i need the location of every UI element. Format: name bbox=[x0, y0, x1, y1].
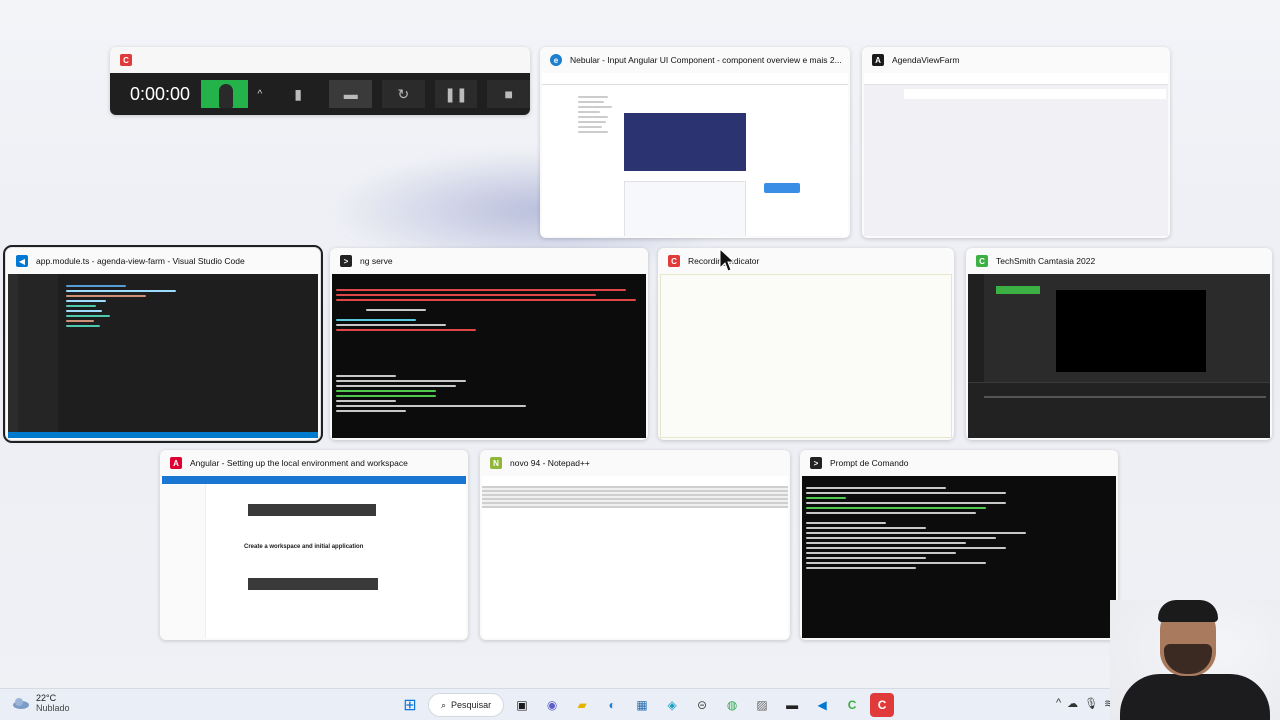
onedrive-icon[interactable]: ☁ bbox=[1067, 697, 1078, 710]
delete-button[interactable]: ▬ bbox=[329, 80, 373, 108]
weather-widget[interactable]: 22°C Nublado bbox=[12, 693, 70, 713]
window-preview bbox=[864, 73, 1168, 236]
window-title: ng serve bbox=[360, 256, 393, 266]
window-camtasia[interactable]: C TechSmith Camtasia 2022 bbox=[966, 248, 1272, 440]
window-preview bbox=[802, 476, 1116, 638]
terminal-icon: > bbox=[810, 457, 822, 469]
edge-icon[interactable]: ◐ bbox=[600, 693, 624, 717]
vs-icon[interactable]: ◈ bbox=[660, 693, 684, 717]
person-body bbox=[1120, 674, 1270, 720]
window-ng-serve[interactable]: > ng serve bbox=[330, 248, 648, 440]
window-preview bbox=[542, 73, 848, 236]
taskbar-apps: ⊞ ⌕ Pesquisar ▣ ◉ ▰ ◐ ▦ ◈ ⊝ ◍ ▨ ▬ ◀ C C bbox=[398, 693, 895, 717]
window-preview bbox=[968, 274, 1270, 438]
person-hair bbox=[1158, 600, 1218, 622]
task-view-icon[interactable]: ▣ bbox=[510, 693, 534, 717]
taskbar: 22°C Nublado ⊞ ⌕ Pesquisar ▣ ◉ ▰ ◐ ▦ ◈ ⊝… bbox=[0, 688, 1280, 720]
camtasia-icon: C bbox=[976, 255, 988, 267]
chrome-icon[interactable]: ◍ bbox=[720, 693, 744, 717]
pause-button[interactable]: ❚❚ bbox=[434, 80, 478, 108]
camtasia-recorder-icon[interactable]: C bbox=[870, 693, 895, 717]
cloud-icon bbox=[13, 698, 29, 709]
file-explorer-icon[interactable]: ▰ bbox=[570, 693, 594, 717]
weather-temperature: 22°C bbox=[36, 693, 57, 703]
webcam-preview[interactable] bbox=[201, 80, 248, 108]
vscode-icon[interactable]: ◀ bbox=[810, 693, 834, 717]
camtasia-icon[interactable]: C bbox=[840, 693, 864, 717]
window-title-bar: N novo 94 - Notepad++ bbox=[480, 450, 790, 476]
edge-icon: e bbox=[550, 54, 562, 66]
window-title-bar: ◀ app.module.ts - agenda-view-farm - Vis… bbox=[6, 248, 320, 274]
window-title-bar: A Angular - Setting up the local environ… bbox=[160, 450, 468, 476]
window-title: Prompt de Comando bbox=[830, 458, 909, 468]
microphone-button[interactable]: ▮ bbox=[276, 80, 320, 108]
search-icon: ⌕ bbox=[441, 699, 447, 710]
window-title-bar: A AgendaViewFarm bbox=[862, 47, 1170, 73]
window-vscode[interactable]: ◀ app.module.ts - agenda-view-farm - Vis… bbox=[3, 245, 323, 443]
window-preview bbox=[660, 274, 952, 438]
window-title: AgendaViewFarm bbox=[892, 55, 960, 65]
window-title: Nebular - Input Angular UI Component - c… bbox=[570, 55, 842, 65]
window-title: novo 94 - Notepad++ bbox=[510, 458, 590, 468]
window-recording-indicator[interactable]: C RecordingIndicator bbox=[658, 248, 954, 440]
window-command-prompt[interactable]: > Prompt de Comando bbox=[800, 450, 1118, 640]
chat-icon[interactable]: ◉ bbox=[540, 693, 564, 717]
search-label: Pesquisar bbox=[451, 700, 492, 710]
start-menu-icon[interactable]: ⊞ bbox=[398, 693, 422, 717]
system-tray: ^ ☁ 🎙 ≋ bbox=[1056, 697, 1113, 710]
section-heading: Create a workspace and initial applicati… bbox=[244, 544, 364, 550]
recorder-controls: 0:00:00 ^ ▮ ▬ ↻ ❚❚ ■ bbox=[110, 73, 530, 115]
taskbar-search[interactable]: ⌕ Pesquisar bbox=[428, 693, 505, 717]
stop-button[interactable]: ■ bbox=[487, 80, 530, 108]
window-preview: Create a workspace and initial applicati… bbox=[162, 476, 466, 638]
camtasia-recorder-icon: C bbox=[120, 54, 132, 66]
window-title-bar: > ng serve bbox=[330, 248, 648, 274]
terminal-icon[interactable]: ▬ bbox=[780, 693, 804, 717]
window-agenda-view-farm[interactable]: A AgendaViewFarm bbox=[862, 47, 1170, 238]
recorder-title-bar[interactable]: C bbox=[110, 47, 530, 73]
mouse-cursor-icon bbox=[719, 248, 735, 272]
window-nebular[interactable]: e Nebular - Input Angular UI Component -… bbox=[540, 47, 850, 238]
angular-icon: A bbox=[170, 457, 182, 469]
window-title: Angular - Setting up the local environme… bbox=[190, 458, 408, 468]
chevron-up-icon[interactable]: ^ bbox=[258, 89, 267, 100]
window-title-bar: > Prompt de Comando bbox=[800, 450, 1118, 476]
angular-icon: A bbox=[872, 54, 884, 66]
notepad-plus-plus-icon: N bbox=[490, 457, 502, 469]
window-angular-docs[interactable]: A Angular - Setting up the local environ… bbox=[160, 450, 468, 640]
window-notepad[interactable]: N novo 94 - Notepad++ bbox=[480, 450, 790, 640]
restart-button[interactable]: ↻ bbox=[382, 80, 425, 108]
window-preview bbox=[482, 476, 788, 638]
window-preview bbox=[8, 274, 318, 438]
window-title: TechSmith Camtasia 2022 bbox=[996, 256, 1096, 266]
weather-description: Nublado bbox=[36, 703, 70, 713]
microphone-icon[interactable]: 🎙 bbox=[1084, 697, 1098, 710]
terminal-icon: > bbox=[340, 255, 352, 267]
camtasia-recorder-icon: C bbox=[668, 255, 680, 267]
webcam-overlay bbox=[1110, 600, 1280, 720]
window-title-bar: C RecordingIndicator bbox=[658, 248, 954, 274]
store-icon[interactable]: ▦ bbox=[630, 693, 654, 717]
window-title: app.module.ts - agenda-view-farm - Visua… bbox=[36, 256, 245, 266]
window-preview bbox=[332, 274, 646, 438]
image-viewer-icon[interactable]: ▨ bbox=[750, 693, 774, 717]
recording-timer: 0:00:00 bbox=[130, 83, 191, 104]
vscode-icon: ◀ bbox=[16, 255, 28, 267]
window-title-bar: C TechSmith Camtasia 2022 bbox=[966, 248, 1272, 274]
recorder-window[interactable]: C 0:00:00 ^ ▮ ▬ ↻ ❚❚ ■ bbox=[110, 47, 530, 115]
app-icon[interactable]: ⊝ bbox=[690, 693, 714, 717]
window-title-bar: e Nebular - Input Angular UI Component -… bbox=[540, 47, 850, 73]
chevron-up-icon[interactable]: ^ bbox=[1056, 697, 1061, 710]
